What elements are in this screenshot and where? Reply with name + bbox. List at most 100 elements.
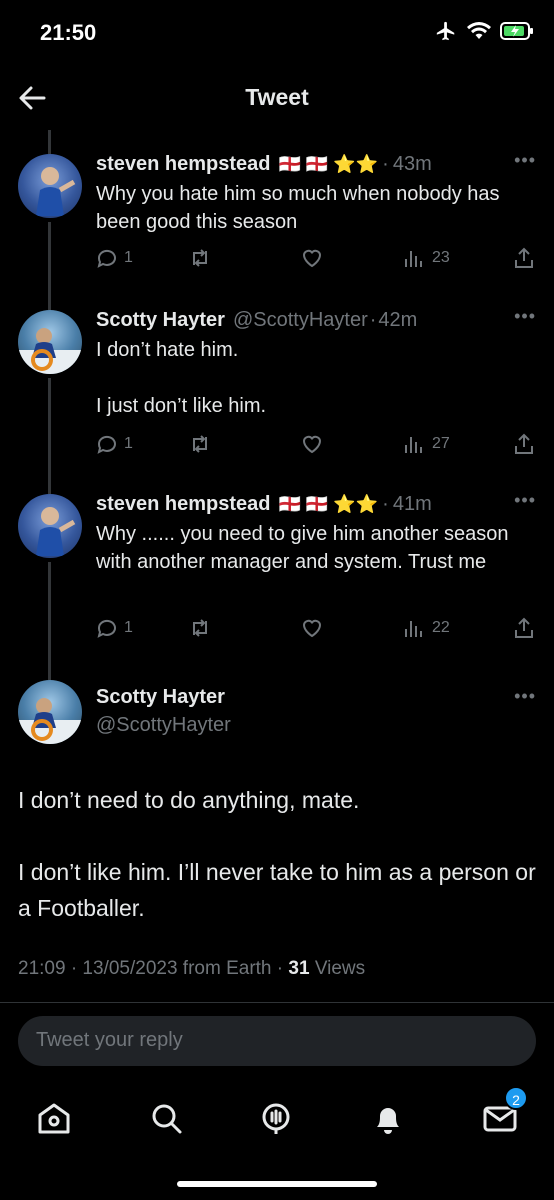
tweet-actions: 1 27 — [94, 432, 544, 460]
views-count: 23 — [432, 249, 450, 266]
author-name[interactable]: steven hempstead — [96, 153, 271, 176]
views-button[interactable]: 22 — [402, 616, 450, 640]
like-button[interactable] — [300, 246, 324, 270]
separator-dot: · — [382, 152, 389, 175]
views-label[interactable]: Views — [315, 958, 365, 979]
more-options-button[interactable]: ••• — [514, 150, 536, 171]
tweet-text: I don’t need to do anything, mate. I don… — [18, 787, 536, 921]
tweet-header: steven hempstead 🏴󠁧󠁢󠁥󠁮󠁧󠁿 🏴󠁧󠁢󠁥󠁮󠁧󠁿 ⭐⭐ · 43… — [96, 150, 538, 178]
retweet-button[interactable] — [188, 432, 212, 456]
author-handle[interactable]: @ScottyHayter — [96, 714, 231, 737]
like-button[interactable] — [300, 616, 324, 640]
bar-chart-icon — [405, 437, 422, 453]
avatar[interactable] — [18, 310, 82, 374]
author-name[interactable]: Scotty Hayter — [96, 686, 225, 709]
retweet-icon — [193, 249, 207, 267]
bottom-tab-bar: 2 — [0, 1086, 554, 1148]
tweet-meta: 21:09 · 13/05/2023 from Earth · 31 Views — [18, 958, 365, 980]
share-icon — [515, 247, 533, 268]
top-header: Tweet — [0, 66, 554, 130]
bar-chart-icon — [405, 621, 422, 637]
tweet-header: Scotty Hayter @ScottyHayter · 42m — [96, 306, 538, 334]
tweet-time[interactable]: 43m — [393, 153, 432, 176]
avatar[interactable] — [18, 494, 82, 558]
tweet-text: Why you hate him so much when nobody has… — [96, 183, 500, 233]
battery-charging-icon — [500, 22, 533, 40]
tab-home[interactable] — [34, 1098, 74, 1138]
reply-count: 1 — [124, 249, 133, 266]
separator-dot: · — [382, 492, 389, 515]
tweet-timestamp[interactable]: 21:09 · 13/05/2023 from Earth — [18, 958, 272, 979]
like-button[interactable] — [300, 432, 324, 456]
search-icon — [152, 1104, 182, 1134]
heart-icon — [302, 619, 322, 638]
retweet-icon — [193, 619, 207, 637]
home-indicator[interactable] — [177, 1181, 377, 1187]
tweet-text: I don’t hate him. I just don’t like him. — [96, 339, 267, 417]
author-handle[interactable]: @ScottyHayter — [233, 309, 368, 332]
reply-placeholder: Tweet your reply — [36, 1029, 183, 1051]
heart-icon — [302, 249, 322, 268]
share-button[interactable] — [512, 246, 536, 270]
reply-tweet[interactable]: steven hempstead 🏴󠁧󠁢󠁥󠁮󠁧󠁿 🏴󠁧󠁢󠁥󠁮󠁧󠁿 ⭐⭐ · 43… — [0, 150, 554, 282]
reply-input[interactable]: Tweet your reply — [18, 1016, 536, 1066]
reply-button[interactable]: 1 — [94, 432, 133, 456]
tweet-actions: 1 23 — [94, 246, 544, 274]
share-icon — [515, 433, 533, 454]
views-button[interactable]: 23 — [402, 246, 450, 270]
home-icon — [38, 1103, 70, 1134]
retweet-icon — [193, 435, 207, 453]
views-count: 27 — [432, 435, 450, 452]
more-options-button[interactable]: ••• — [514, 306, 536, 327]
more-options-button[interactable]: ••• — [514, 490, 536, 511]
reply-count: 1 — [124, 435, 133, 452]
retweet-button[interactable] — [188, 616, 212, 640]
views-count[interactable]: 31 — [288, 958, 309, 979]
status-icons — [434, 20, 534, 42]
author-name[interactable]: Scotty Hayter — [96, 309, 225, 332]
bell-icon — [377, 1108, 399, 1134]
main-tweet: Scotty Hayter @ScottyHayter ••• I don’t … — [0, 676, 554, 996]
tweet-time[interactable]: 42m — [378, 309, 417, 332]
bar-chart-icon — [405, 251, 422, 267]
heart-icon — [302, 435, 322, 454]
messages-badge: 2 — [504, 1086, 528, 1110]
reply-button[interactable]: 1 — [94, 616, 133, 640]
tab-search[interactable] — [146, 1098, 186, 1138]
author-name[interactable]: steven hempstead — [96, 493, 271, 516]
status-time: 21:50 — [40, 20, 97, 45]
more-options-button[interactable]: ••• — [514, 686, 536, 707]
views-count: 22 — [432, 619, 450, 636]
reply-tweet[interactable]: Scotty Hayter @ScottyHayter · 42m ••• I … — [0, 306, 554, 466]
avatar[interactable] — [18, 680, 82, 744]
reply-button[interactable]: 1 — [94, 246, 133, 270]
page-title: Tweet — [245, 84, 309, 110]
tweet-actions: 1 22 — [94, 616, 544, 644]
avatar[interactable] — [18, 154, 82, 218]
tab-spaces[interactable] — [256, 1098, 296, 1138]
tab-messages[interactable]: 2 — [480, 1086, 528, 1138]
tweet-text: Why ...... you need to give him another … — [96, 523, 509, 573]
speech-bubble-icon — [97, 435, 116, 454]
status-bar: 21:50 — [0, 0, 554, 66]
separator-dot: · — [369, 308, 377, 331]
share-button[interactable] — [512, 616, 536, 640]
author-badges: 🏴󠁧󠁢󠁥󠁮󠁧󠁿 🏴󠁧󠁢󠁥󠁮󠁧󠁿 ⭐⭐ — [278, 493, 379, 514]
tab-notifications[interactable] — [368, 1098, 408, 1138]
reply-count: 1 — [124, 619, 133, 636]
share-button[interactable] — [512, 432, 536, 456]
retweet-button[interactable] — [188, 246, 212, 270]
speech-bubble-icon — [97, 619, 116, 638]
tweet-header: steven hempstead 🏴󠁧󠁢󠁥󠁮󠁧󠁿 🏴󠁧󠁢󠁥󠁮󠁧󠁿 ⭐⭐ · 41… — [96, 490, 538, 518]
wifi-icon — [467, 22, 491, 39]
reply-tweet[interactable]: steven hempstead 🏴󠁧󠁢󠁥󠁮󠁧󠁿 🏴󠁧󠁢󠁥󠁮󠁧󠁿 ⭐⭐ · 41… — [0, 490, 554, 650]
microphone-icon — [262, 1103, 290, 1134]
airplane-icon — [436, 21, 455, 41]
views-button[interactable]: 27 — [402, 432, 450, 456]
speech-bubble-icon — [97, 249, 116, 268]
tweet-time[interactable]: 41m — [393, 493, 432, 516]
divider — [0, 1002, 554, 1003]
share-icon — [515, 617, 533, 638]
separator-dot: · — [276, 958, 289, 979]
author-badges: 🏴󠁧󠁢󠁥󠁮󠁧󠁿 🏴󠁧󠁢󠁥󠁮󠁧󠁿 ⭐⭐ — [278, 153, 379, 174]
